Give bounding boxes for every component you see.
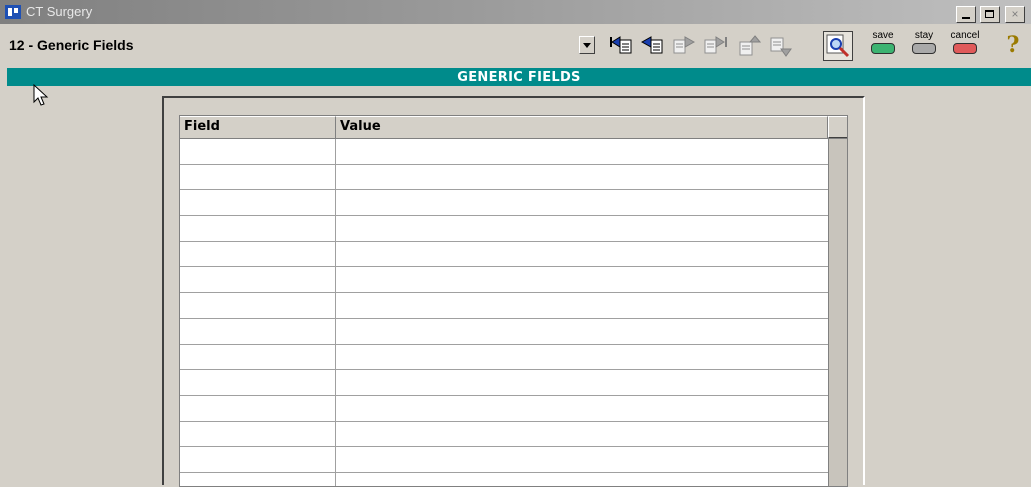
screen-select-value: 12 - Generic Fields: [9, 37, 134, 53]
table-row[interactable]: [180, 164, 828, 191]
search-button[interactable]: [823, 31, 853, 61]
window-title: CT Surgery: [26, 4, 93, 19]
cancel-button[interactable]: cancel: [947, 30, 983, 62]
field-cell[interactable]: [180, 344, 336, 370]
value-cell[interactable]: [336, 396, 828, 421]
stay-label: stay: [914, 30, 934, 41]
table-row[interactable]: [180, 318, 828, 345]
value-cell[interactable]: [336, 319, 828, 344]
table-row[interactable]: [180, 267, 828, 294]
value-cell[interactable]: [336, 242, 828, 267]
vertical-scrollbar[interactable]: [828, 139, 847, 486]
table-row[interactable]: [180, 421, 828, 448]
table-row[interactable]: [180, 241, 828, 268]
field-cell[interactable]: [180, 318, 336, 344]
move-down-icon[interactable]: [768, 34, 792, 58]
section-title: GENERIC FIELDS: [457, 70, 581, 85]
value-cell[interactable]: [336, 422, 828, 447]
table-row[interactable]: [180, 395, 828, 422]
field-cell[interactable]: [180, 190, 336, 216]
minimize-button[interactable]: [956, 6, 976, 23]
value-cell[interactable]: [336, 293, 828, 318]
table-row[interactable]: [180, 139, 828, 165]
table-row[interactable]: [180, 447, 828, 473]
field-cell[interactable]: [180, 293, 336, 318]
first-record-icon[interactable]: [610, 34, 634, 58]
field-cell[interactable]: [180, 447, 336, 472]
field-cell[interactable]: [180, 421, 336, 447]
table-row[interactable]: [180, 344, 828, 371]
generic-fields-grid: Field Value: [179, 115, 848, 487]
value-cell[interactable]: [336, 190, 828, 215]
app-icon: [5, 5, 21, 19]
save-label: save: [872, 30, 894, 41]
stay-led-icon: [912, 43, 936, 54]
maximize-button[interactable]: [980, 6, 1000, 23]
cancel-led-icon: [953, 43, 977, 54]
grid-header: Field Value: [180, 116, 847, 139]
minimize-icon: [962, 17, 970, 19]
previous-record-icon[interactable]: [641, 34, 665, 58]
field-cell[interactable]: [180, 241, 336, 267]
field-cell[interactable]: [180, 267, 336, 293]
last-record-icon[interactable]: [703, 34, 727, 58]
grid-rows: [180, 139, 828, 486]
field-cell[interactable]: [180, 139, 336, 164]
value-cell[interactable]: [336, 165, 828, 190]
save-led-icon: [871, 43, 895, 54]
next-record-icon[interactable]: [672, 34, 696, 58]
cancel-label: cancel: [950, 30, 980, 41]
table-row[interactable]: [180, 293, 828, 319]
mouse-cursor-icon: [33, 83, 51, 108]
value-cell[interactable]: [336, 139, 828, 164]
grid-corner-button[interactable]: [828, 116, 847, 138]
grid-frame: Field Value: [162, 96, 865, 487]
save-button[interactable]: save: [865, 30, 901, 62]
column-header-field[interactable]: Field: [180, 116, 336, 138]
field-cell[interactable]: [180, 216, 336, 241]
toolbar: 12 - Generic Fields save stay cancel ?: [0, 24, 1031, 66]
column-header-value[interactable]: Value: [336, 116, 828, 138]
value-cell[interactable]: [336, 267, 828, 292]
value-cell[interactable]: [336, 447, 828, 472]
maximize-icon: [985, 10, 994, 18]
section-header: GENERIC FIELDS: [7, 68, 1031, 86]
table-row[interactable]: [180, 370, 828, 396]
stay-button[interactable]: stay: [906, 30, 942, 62]
screen-select[interactable]: 12 - Generic Fields: [5, 32, 601, 56]
value-cell[interactable]: [336, 345, 828, 370]
search-icon: [826, 34, 850, 58]
title-bar: CT Surgery ×: [0, 0, 1031, 24]
value-cell[interactable]: [336, 370, 828, 395]
table-row[interactable]: [180, 216, 828, 242]
field-cell[interactable]: [180, 164, 336, 190]
screen-dropdown-button[interactable]: [579, 36, 595, 54]
field-cell[interactable]: [180, 370, 336, 395]
close-button[interactable]: ×: [1005, 6, 1025, 23]
help-icon[interactable]: ?: [1003, 32, 1023, 58]
field-cell[interactable]: [180, 395, 336, 421]
value-cell[interactable]: [336, 216, 828, 241]
move-up-icon[interactable]: [737, 34, 761, 58]
table-row[interactable]: [180, 190, 828, 217]
